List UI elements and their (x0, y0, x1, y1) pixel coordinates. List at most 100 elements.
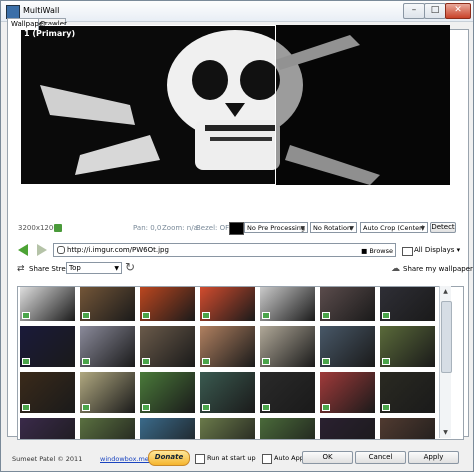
wallpaper-thumbnail[interactable] (20, 372, 75, 413)
resolution-label: 3200x1200 (18, 224, 58, 232)
processing-value: No Pre Processing (247, 224, 306, 232)
scroll-down-icon[interactable]: ▼ (440, 427, 451, 438)
forward-arrow-icon[interactable] (37, 244, 47, 256)
stream-badge-icon (382, 404, 390, 411)
wallpaper-thumbnail[interactable] (380, 418, 435, 439)
wallpaper-thumbnail[interactable] (260, 287, 315, 321)
bezel-readout: Bezel: OFF (196, 224, 234, 232)
wallpaper-thumbnail[interactable] (80, 372, 135, 413)
wallpaper-thumbnail[interactable] (320, 287, 375, 321)
stream-badge-icon (22, 358, 30, 365)
main-window: MultiWall – □ ✕ Wallpaper Crawler 1 (Pri… (0, 0, 474, 472)
wallpaper-thumbnail[interactable] (20, 287, 75, 321)
bezel-color-swatch[interactable] (229, 222, 244, 235)
crop-value: Auto Crop (Center) (363, 224, 425, 232)
processing-dropdown[interactable]: No Pre Processing ▼ (244, 222, 308, 233)
browse-button[interactable]: ■ Browse (361, 245, 393, 257)
stream-badge-icon (322, 312, 330, 319)
wallpaper-thumbnail[interactable] (200, 418, 255, 439)
shuffle-icon: ⇄ (17, 264, 25, 274)
resolution-icon (54, 224, 62, 232)
rotation-value: No Rotation (313, 224, 352, 232)
wallpaper-thumbnail[interactable] (80, 287, 135, 321)
wallpaper-thumbnail[interactable] (140, 372, 195, 413)
wallpaper-thumbnail[interactable] (200, 372, 255, 413)
wallpaper-thumbnail[interactable] (260, 326, 315, 367)
thumbnail-scrollbar[interactable]: ▲ ▼ (439, 286, 452, 438)
cancel-button[interactable]: Cancel (355, 451, 406, 464)
wallpaper-thumbnail[interactable] (20, 418, 75, 439)
stream-badge-icon (382, 312, 390, 319)
wallpaper-thumbnail[interactable] (140, 418, 195, 439)
share-wallpaper-link[interactable]: Share my wallpaper (403, 265, 473, 273)
donate-button[interactable]: Donate (148, 450, 190, 466)
wallpaper-thumbnail[interactable] (20, 326, 75, 367)
stream-badge-icon (322, 358, 330, 365)
tab-wallpaper[interactable]: Wallpaper (7, 18, 46, 30)
wallpaper-thumbnail[interactable] (320, 372, 375, 413)
all-displays-label: All Displays (414, 246, 455, 254)
ok-button[interactable]: OK (302, 451, 353, 464)
wallpaper-thumbnail[interactable] (80, 418, 135, 439)
stream-badge-icon (202, 312, 210, 319)
wallpaper-preview[interactable]: 1 (Primary) (20, 25, 450, 185)
stream-badge-icon (262, 312, 270, 319)
monitor-label: 1 (Primary) (24, 29, 76, 38)
stream-sort-value: Top (69, 264, 81, 272)
url-value: http://i.imgur.com/PW6Ot.jpg (67, 246, 169, 254)
zoom-readout: Zoom: n/a (162, 224, 198, 232)
scroll-up-icon[interactable]: ▲ (440, 286, 451, 297)
back-arrow-icon[interactable] (18, 244, 28, 256)
wallpaper-thumbnail[interactable] (260, 418, 315, 439)
crop-dropdown[interactable]: Auto Crop (Center) ▼ (360, 222, 428, 233)
stream-badge-icon (202, 358, 210, 365)
wallpaper-thumbnail[interactable] (80, 326, 135, 367)
chevron-down-icon: ▼ (114, 265, 119, 272)
stream-badge-icon (142, 358, 150, 365)
wallpaper-thumbnail[interactable] (140, 287, 195, 321)
wallpaper-thumbnail[interactable] (320, 418, 375, 439)
share-icon: ☁ (391, 264, 400, 274)
all-displays-dropdown[interactable]: All Displays ▾ (414, 246, 460, 254)
window-title: MultiWall (23, 6, 60, 15)
image-url-input[interactable]: http://i.imgur.com/PW6Ot.jpg ■ Browse (53, 243, 396, 257)
scrollbar-thumb[interactable] (441, 301, 452, 373)
minimize-button[interactable]: – (403, 3, 425, 19)
footer-bar: Sumeet Patel © 2011 windowbox.me/multiwa… (1, 448, 473, 471)
stream-badge-icon (382, 358, 390, 365)
copyright-text: Sumeet Patel © 2011 (12, 455, 83, 463)
maximize-button[interactable]: □ (424, 3, 446, 19)
chevron-down-icon: ▼ (420, 225, 425, 232)
refresh-icon[interactable]: ↻ (125, 260, 135, 274)
wallpaper-thumbnail[interactable] (200, 287, 255, 321)
stream-badge-icon (22, 312, 30, 319)
stream-badge-icon (322, 404, 330, 411)
detect-button[interactable]: Detect (430, 222, 456, 233)
stream-badge-icon (262, 358, 270, 365)
run-at-startup-label: Run at start up (207, 454, 256, 462)
browse-label: Browse (369, 247, 393, 255)
run-at-startup-checkbox[interactable] (195, 454, 205, 464)
monitor-outline-primary[interactable]: 1 (Primary) (20, 25, 276, 185)
apply-button[interactable]: Apply (408, 451, 459, 464)
stream-badge-icon (22, 404, 30, 411)
app-icon (6, 5, 20, 19)
wallpaper-thumbnail[interactable] (140, 326, 195, 367)
wallpaper-thumbnail[interactable] (320, 326, 375, 367)
wallpaper-thumbnail[interactable] (380, 372, 435, 413)
wallpaper-thumbnail[interactable] (380, 326, 435, 367)
pan-readout: Pan: 0,0 (133, 224, 162, 232)
stream-badge-icon (82, 404, 90, 411)
wallpaper-thumbnail[interactable] (260, 372, 315, 413)
chevron-down-icon: ▼ (349, 225, 354, 232)
close-button[interactable]: ✕ (445, 3, 471, 19)
rotation-dropdown[interactable]: No Rotation ▼ (310, 222, 357, 233)
auto-apply-checkbox[interactable] (262, 454, 272, 464)
wallpaper-thumbnail[interactable] (380, 287, 435, 321)
wallpaper-thumbnail[interactable] (200, 326, 255, 367)
stream-badge-icon (262, 404, 270, 411)
thumbnail-grid (17, 286, 464, 440)
stream-badge-icon (82, 312, 90, 319)
stream-sort-dropdown[interactable]: Top ▼ (66, 262, 122, 274)
title-bar: MultiWall – □ ✕ (1, 1, 473, 22)
